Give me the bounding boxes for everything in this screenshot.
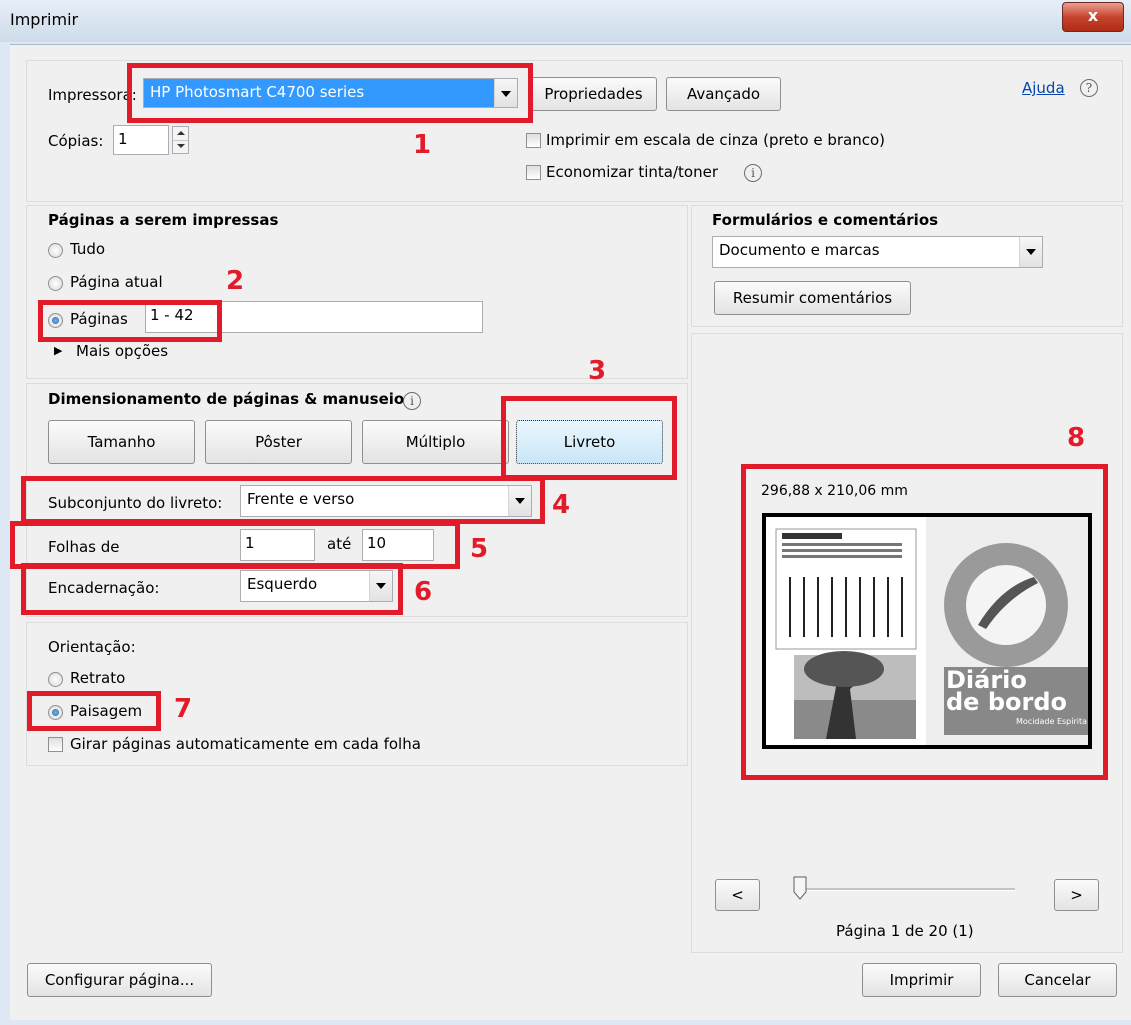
orientation-heading: Orientação: xyxy=(48,638,136,656)
poster-button[interactable]: Pôster xyxy=(205,420,352,464)
annotation-number-7: 7 xyxy=(174,694,193,724)
annotation-number-3: 3 xyxy=(588,356,607,386)
annotation-box-2 xyxy=(38,300,222,342)
pages-heading: Páginas a serem impressas xyxy=(48,211,279,229)
advanced-button[interactable]: Avançado xyxy=(666,77,781,111)
annotation-number-1: 1 xyxy=(413,130,432,160)
stepper-up-icon[interactable] xyxy=(173,127,188,141)
annotation-number-6: 6 xyxy=(414,577,433,607)
annotation-box-8 xyxy=(741,464,1108,780)
save-ink-checkbox[interactable] xyxy=(526,165,541,180)
portrait-radio[interactable] xyxy=(48,672,63,687)
printer-label: Impressora: xyxy=(48,86,137,104)
page-setup-button[interactable]: Configurar página... xyxy=(27,963,212,997)
annotation-box-5 xyxy=(10,521,460,569)
previous-page-button[interactable]: < xyxy=(715,879,760,911)
annotation-box-1 xyxy=(127,63,533,123)
window-title: Imprimir xyxy=(10,10,79,29)
save-ink-label: Economizar tinta/toner xyxy=(546,163,719,181)
forms-heading: Formulários e comentários xyxy=(712,211,939,229)
sizing-heading: Dimensionamento de páginas & manuseio xyxy=(48,390,405,408)
annotation-box-4 xyxy=(21,476,545,524)
grayscale-label: Imprimir em escala de cinza (preto e bra… xyxy=(546,131,886,149)
chevron-down-icon xyxy=(1019,237,1042,267)
size-button[interactable]: Tamanho xyxy=(48,420,195,464)
stepper-down-icon[interactable] xyxy=(173,140,188,153)
more-options-link[interactable]: Mais opções xyxy=(76,342,168,360)
all-pages-radio[interactable] xyxy=(48,243,63,258)
current-page-label: Página atual xyxy=(70,273,163,291)
multiple-button[interactable]: Múltiplo xyxy=(362,420,509,464)
portrait-label: Retrato xyxy=(70,669,126,687)
title-bar: Imprimir x xyxy=(0,0,1131,42)
copies-stepper[interactable] xyxy=(172,126,189,154)
page-indicator: Página 1 de 20 (1) xyxy=(836,922,974,940)
help-icon[interactable]: ? xyxy=(1080,79,1098,97)
help-link[interactable]: Ajuda xyxy=(1022,79,1065,97)
summarize-comments-button[interactable]: Resumir comentários xyxy=(714,281,911,315)
copies-label: Cópias: xyxy=(48,132,104,150)
annotation-number-8: 8 xyxy=(1067,423,1086,453)
annotation-box-3 xyxy=(501,396,677,480)
copies-input[interactable]: 1 xyxy=(113,125,169,155)
cancel-button[interactable]: Cancelar xyxy=(998,963,1117,997)
all-pages-label: Tudo xyxy=(70,240,106,258)
page-slider-track[interactable] xyxy=(800,888,1015,891)
properties-button[interactable]: Propriedades xyxy=(530,77,657,111)
annotation-number-5: 5 xyxy=(470,534,489,564)
forms-select-value: Documento e marcas xyxy=(719,241,880,259)
info-icon[interactable]: i xyxy=(744,164,762,182)
info-icon[interactable]: i xyxy=(403,392,421,410)
annotation-box-7 xyxy=(27,691,161,731)
next-page-button[interactable]: > xyxy=(1054,879,1099,911)
print-button[interactable]: Imprimir xyxy=(862,963,981,997)
annotation-number-4: 4 xyxy=(552,490,571,520)
forms-select[interactable]: Documento e marcas xyxy=(712,236,1043,268)
print-dialog: Imprimir x Impressora: HP Photosmart C47… xyxy=(0,0,1131,1025)
close-button[interactable]: x xyxy=(1062,2,1124,32)
current-page-radio[interactable] xyxy=(48,276,63,291)
auto-rotate-label: Girar páginas automaticamente em cada fo… xyxy=(70,735,421,753)
expand-triangle-icon[interactable]: ▶ xyxy=(54,344,62,357)
grayscale-checkbox[interactable] xyxy=(526,133,541,148)
annotation-number-2: 2 xyxy=(226,266,245,296)
annotation-box-6 xyxy=(21,563,403,615)
auto-rotate-checkbox[interactable] xyxy=(48,737,63,752)
page-slider-thumb[interactable] xyxy=(793,876,807,900)
